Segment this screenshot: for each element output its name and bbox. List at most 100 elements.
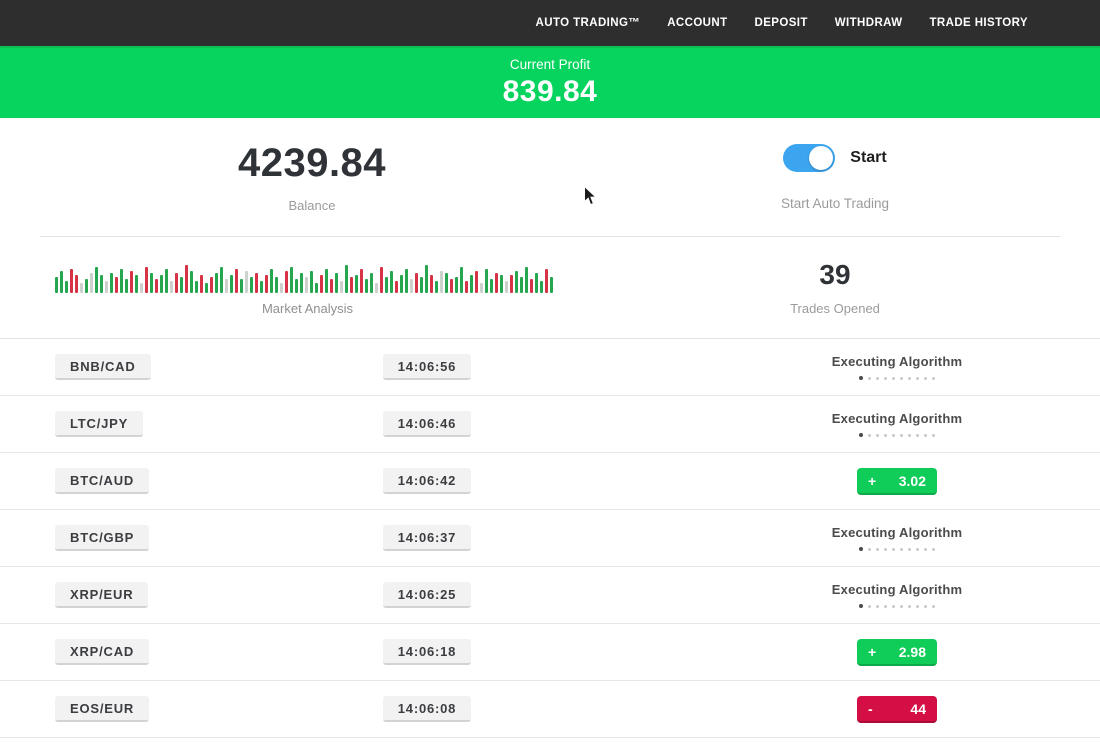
market-bar [465, 281, 468, 293]
market-bar [425, 265, 428, 293]
pair-badge: BTC/AUD [55, 468, 149, 494]
market-bar [400, 275, 403, 293]
market-bar [460, 267, 463, 293]
market-bar [525, 267, 528, 293]
market-bar [75, 275, 78, 293]
market-bar [100, 275, 103, 293]
market-bar [335, 273, 338, 293]
market-bar [320, 275, 323, 293]
market-bar [510, 275, 513, 293]
market-bar [495, 273, 498, 293]
market-bar [165, 269, 168, 293]
market-bar [265, 275, 268, 293]
market-bar [520, 277, 523, 293]
start-auto-trading-toggle[interactable] [783, 144, 835, 172]
market-bar [475, 271, 478, 293]
auto-trading-page: AUTO TRADING™ ACCOUNT DEPOSIT WITHDRAW T… [0, 0, 1100, 742]
market-bar [135, 275, 138, 293]
table-row: BNB/CAD 14:06:56 Executing Algorithm [0, 339, 1100, 396]
market-bar [235, 269, 238, 293]
market-bar [435, 281, 438, 293]
market-bar [125, 279, 128, 293]
balance-label: Balance [289, 198, 336, 213]
market-bar [405, 269, 408, 293]
market-bar [80, 283, 83, 293]
market-bar [490, 279, 493, 293]
market-bar [85, 279, 88, 293]
current-profit-label: Current Profit [510, 57, 590, 72]
market-bar [70, 269, 73, 293]
market-bar [440, 271, 443, 293]
market-bar [240, 279, 243, 293]
market-bar [410, 279, 413, 293]
market-bar [380, 267, 383, 293]
market-bar [170, 281, 173, 293]
market-bar [230, 275, 233, 293]
executing-label: Executing Algorithm [832, 525, 962, 540]
status-cell: Executing Algorithm [694, 525, 1100, 551]
trades-opened-block: 39 Trades Opened [700, 237, 970, 338]
market-bar [535, 273, 538, 293]
market-bar [250, 277, 253, 293]
market-section: Market Analysis 39 Trades Opened [0, 237, 1100, 338]
nav-item-deposit[interactable]: DEPOSIT [755, 17, 808, 29]
market-bar [455, 277, 458, 293]
market-bar [150, 273, 153, 293]
market-bar [385, 277, 388, 293]
table-row: XRP/EUR 14:06:25 Executing Algorithm [0, 567, 1100, 624]
market-analysis-chart [55, 259, 560, 293]
pair-badge: BNB/CAD [55, 354, 151, 380]
market-bar [470, 275, 473, 293]
nav-item-auto-trading[interactable]: AUTO TRADING™ [536, 17, 641, 29]
balance-block: 4239.84 Balance [0, 118, 624, 236]
nav-item-trade-history[interactable]: TRADE HISTORY [930, 17, 1029, 29]
nav-item-account[interactable]: ACCOUNT [667, 17, 727, 29]
market-analysis-block: Market Analysis [55, 237, 560, 338]
market-bar [190, 271, 193, 293]
market-bar [115, 277, 118, 293]
pair-badge: XRP/EUR [55, 582, 148, 608]
market-bar [280, 283, 283, 293]
mouse-cursor [583, 186, 598, 207]
table-row: EOS/EUR 14:06:08 -44 [0, 681, 1100, 738]
market-bar [395, 281, 398, 293]
market-bar [330, 279, 333, 293]
market-bar [420, 277, 423, 293]
market-bar [185, 265, 188, 293]
market-bar [515, 271, 518, 293]
market-bar [130, 271, 133, 293]
pair-badge: LTC/JPY [55, 411, 143, 437]
executing-status: Executing Algorithm [832, 411, 962, 437]
market-bar [480, 283, 483, 293]
progress-dots [859, 604, 935, 608]
status-cell: Executing Algorithm [694, 582, 1100, 608]
market-bar [345, 265, 348, 293]
current-profit-banner: Current Profit 839.84 [0, 46, 1100, 118]
market-bar [160, 275, 163, 293]
market-bar [375, 283, 378, 293]
market-bar [255, 273, 258, 293]
market-bar [300, 273, 303, 293]
toggle-state-label: Start [850, 149, 886, 167]
auto-trading-toggle-block: Start Start Auto Trading [700, 118, 970, 236]
market-bar [210, 277, 213, 293]
nav-item-withdraw[interactable]: WITHDRAW [835, 17, 903, 29]
market-bar [105, 281, 108, 293]
progress-dots [859, 547, 935, 551]
table-row: LTC/JPY 14:06:46 Executing Algorithm [0, 396, 1100, 453]
market-bar [270, 269, 273, 293]
market-bar [90, 273, 93, 293]
profit-badge: +2.98 [857, 639, 937, 666]
market-analysis-label: Market Analysis [55, 301, 560, 316]
market-bar [355, 275, 358, 293]
pair-badge: BTC/GBP [55, 525, 149, 551]
executing-status: Executing Algorithm [832, 525, 962, 551]
toggle-caption: Start Auto Trading [781, 196, 889, 211]
market-bar [365, 279, 368, 293]
loss-badge: -44 [857, 696, 937, 723]
market-bar [360, 269, 363, 293]
market-bar [295, 279, 298, 293]
market-bar [450, 279, 453, 293]
market-bar [175, 273, 178, 293]
market-bar [340, 281, 343, 293]
